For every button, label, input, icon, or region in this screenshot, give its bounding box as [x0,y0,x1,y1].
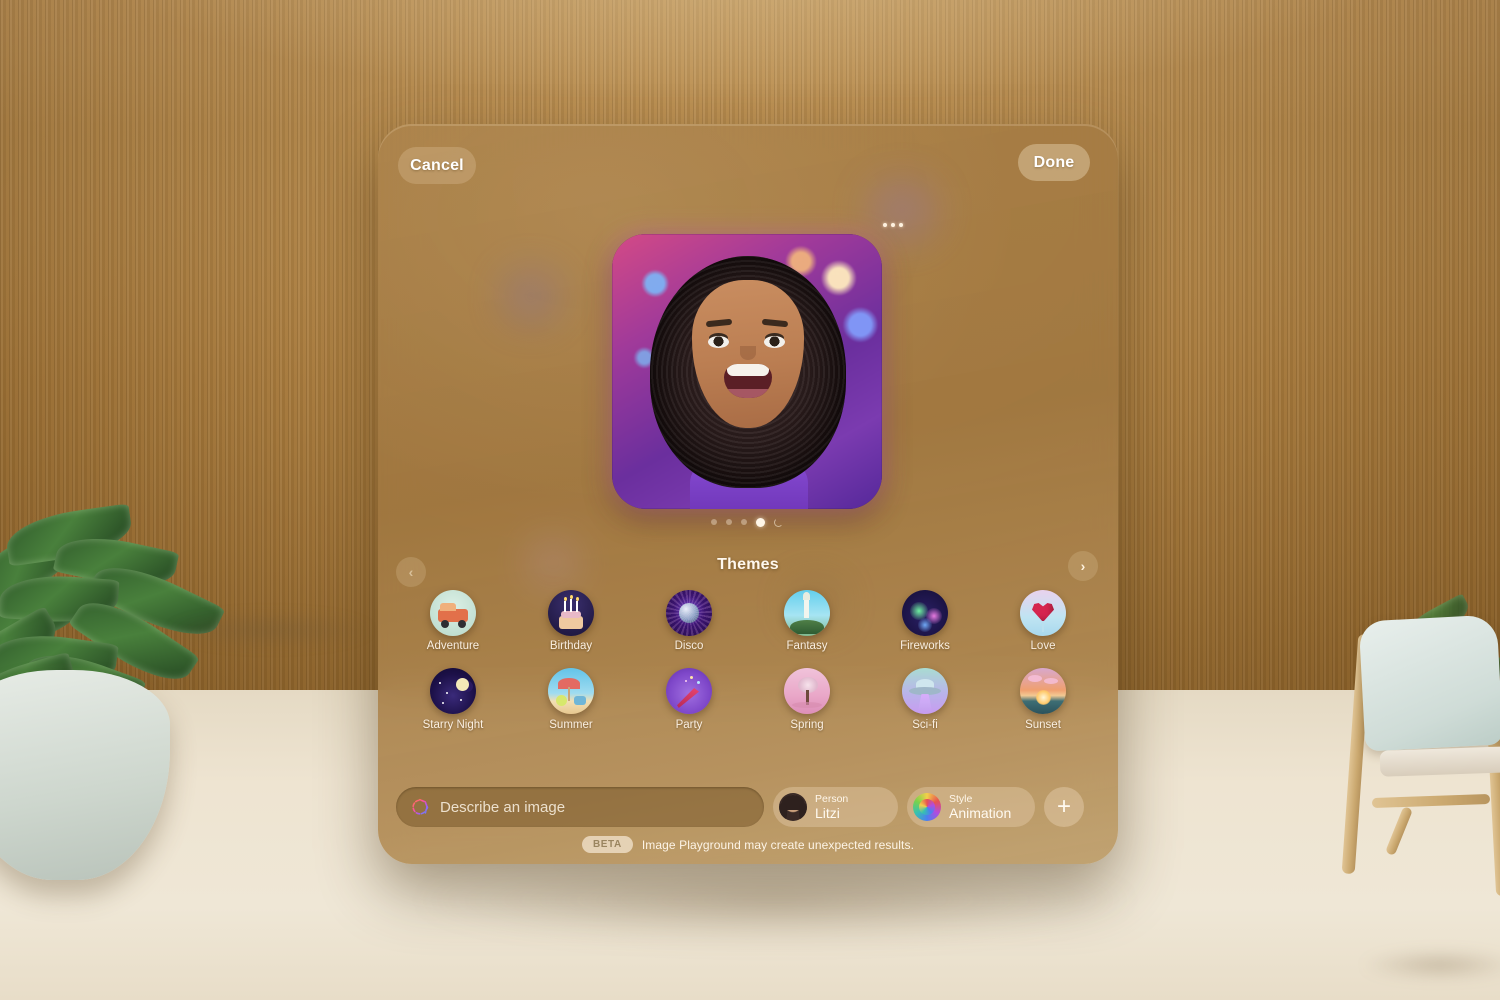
birthday-icon [548,590,594,636]
add-button[interactable]: + [1044,787,1084,827]
image-playground-panel: Cancel Done Themes ‹ › Adventure Birthda… [378,124,1118,864]
apple-intelligence-icon [412,798,429,815]
style-chip[interactable]: Style Animation [907,787,1035,827]
theme-label: Adventure [426,640,480,652]
sci-fi-icon [902,668,948,714]
preview-eye [708,336,729,348]
chair-shadow [1320,940,1500,990]
love-icon [1020,590,1066,636]
summer-icon [548,668,594,714]
more-options-icon[interactable] [878,214,908,236]
preview-mouth [724,364,772,398]
ambient-blob [508,274,554,318]
style-chip-key: Style [949,792,973,805]
theme-item-birthday[interactable]: Birthday [512,590,630,652]
pager-dot[interactable] [741,519,747,525]
theme-label: Sci-fi [912,719,938,731]
theme-label: Spring [790,719,824,731]
starry-night-icon [430,668,476,714]
theme-item-party[interactable]: Party [630,668,748,731]
pager-dot-active[interactable] [756,517,765,527]
preview-teeth [727,364,769,376]
pager-dot[interactable] [726,519,732,525]
theme-label: Fantasy [786,640,828,652]
theme-label: Birthday [549,640,593,652]
preview-brow [705,318,733,328]
spring-icon [784,668,830,714]
more-dot [883,223,887,227]
preview-brow [761,318,789,328]
plant-shadow [120,600,420,660]
fireworks-icon [902,590,948,636]
theme-item-disco[interactable]: Disco [630,590,748,652]
preview-lower-lip [728,389,768,398]
theme-label: Party [675,719,703,731]
more-dot [899,223,903,227]
theme-item-spring[interactable]: Spring [748,668,866,731]
image-preview-card[interactable] [612,234,882,509]
theme-item-adventure[interactable]: Adventure [394,590,512,652]
footer-note: BETA Image Playground may create unexpec… [378,836,1118,853]
person-chip-value: Litzi [815,804,840,821]
cancel-button[interactable]: Cancel [398,147,476,184]
themes-grid: Adventure Birthday Disco Fantasy Firewor… [394,590,1102,731]
theme-item-fantasy[interactable]: Fantasy [748,590,866,652]
theme-label: Sunset [1025,719,1061,731]
party-icon [666,668,712,714]
more-dot [891,223,895,227]
composer-bar: Describe an image Person Litzi Style Ani… [396,786,1100,828]
adventure-icon [430,590,476,636]
disco-icon [666,590,712,636]
potted-plant [0,240,260,940]
theme-label: Love [1030,640,1056,652]
theme-label: Starry Night [422,719,484,731]
theme-item-love[interactable]: Love [984,590,1102,652]
prompt-placeholder-text: Describe an image [440,798,566,816]
theme-item-fireworks[interactable]: Fireworks [866,590,984,652]
theme-item-sunset[interactable]: Sunset [984,668,1102,731]
preview-nose [740,346,756,360]
style-swatch-icon [913,793,941,821]
beta-badge: BETA [581,836,633,853]
prompt-input[interactable]: Describe an image [396,787,764,827]
sunset-icon [1020,668,1066,714]
theme-item-starry-night[interactable]: Starry Night [394,668,512,731]
person-avatar [779,793,807,821]
theme-label: Summer [549,719,593,731]
themes-title: Themes [717,556,779,573]
theme-item-sci-fi[interactable]: Sci-fi [866,668,984,731]
plant-pot [0,670,170,880]
preview-eye [764,336,785,348]
footer-disclaimer: Image Playground may create unexpected r… [641,837,915,852]
pager-dot[interactable] [711,519,717,525]
themes-prev-icon[interactable]: ‹ [396,557,426,587]
person-chip-key: Person [815,792,849,805]
preview-pager[interactable] [612,515,882,529]
pager-dot-loading [774,517,783,527]
person-chip[interactable]: Person Litzi [773,787,898,827]
style-chip-value: Animation [949,804,1012,821]
fantasy-icon [784,590,830,636]
theme-label: Disco [674,640,704,652]
theme-label: Fireworks [900,640,950,652]
themes-next-icon[interactable]: › [1068,551,1098,581]
theme-item-summer[interactable]: Summer [512,668,630,731]
done-button[interactable]: Done [1018,144,1090,181]
